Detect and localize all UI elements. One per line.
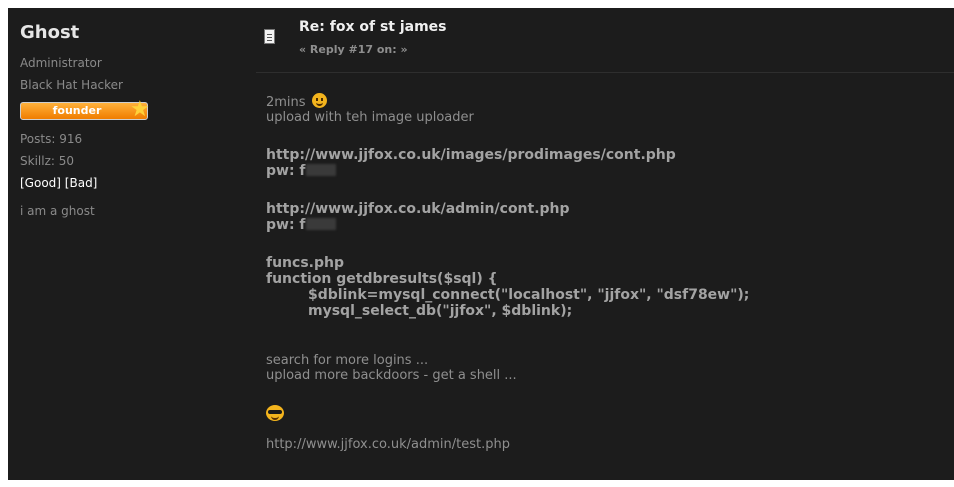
url-2: http://www.jjfox.co.uk/admin/cont.php — [266, 201, 570, 217]
post-area: Re: fox of st james « Reply #17 on: » 2m… — [256, 8, 954, 480]
code-file: funcs.php — [266, 255, 344, 271]
code-line-2: $dblink=mysql_connect("localhost", "jjfo… — [308, 287, 750, 303]
post-header: Re: fox of st james « Reply #17 on: » — [256, 16, 954, 73]
forum-post-frame: Ghost Administrator Black Hat Hacker fou… — [8, 8, 954, 480]
skillz-count: Skillz: 50 — [20, 154, 74, 168]
star-icon: ★ — [130, 97, 150, 122]
karma-bad-link[interactable]: [Bad] — [65, 176, 98, 190]
pw-line-2: pw: f — [266, 217, 944, 233]
poster-signature: i am a ghost — [20, 204, 95, 218]
post-count: Posts: 916 — [20, 132, 83, 146]
redaction-blur — [305, 218, 336, 230]
badge-label: founder — [52, 104, 102, 117]
reply-info: « Reply #17 on: » — [299, 43, 408, 56]
code-line-1: function getdbresults($sql) { — [266, 271, 498, 287]
pw-line-1: pw: f — [266, 163, 944, 179]
karma-good-link[interactable]: [Good] — [20, 176, 61, 190]
poster-sidebar: Ghost Administrator Black Hat Hacker fou… — [8, 8, 246, 480]
code-line-3: mysql_select_db("jjfox", $dblink); — [308, 303, 573, 319]
poster-name[interactable]: Ghost — [20, 22, 246, 43]
post-line-2: upload with teh image uploader — [266, 110, 474, 125]
founder-badge: founder ★ — [20, 98, 150, 122]
url-1: http://www.jjfox.co.uk/images/prodimages… — [266, 147, 676, 163]
cool-smiley-icon — [266, 405, 284, 421]
post-body: 2mins upload with teh image uploader htt… — [266, 93, 944, 452]
redaction-blur — [305, 164, 336, 176]
note-2: upload more backdoors - get a shell ... — [266, 368, 517, 383]
poster-title: Black Hat Hacker — [20, 78, 123, 92]
document-icon — [264, 29, 275, 44]
footer-url: http://www.jjfox.co.uk/admin/test.php — [266, 437, 510, 452]
cool-smiley-row — [266, 405, 944, 425]
poster-role: Administrator — [20, 56, 102, 70]
note-1: search for more logins ... — [266, 353, 429, 368]
post-line-1: 2mins — [266, 93, 944, 110]
karma-links: [Good] [Bad] — [20, 172, 246, 194]
smiley-icon — [311, 93, 327, 108]
post-subject[interactable]: Re: fox of st james — [299, 19, 447, 35]
